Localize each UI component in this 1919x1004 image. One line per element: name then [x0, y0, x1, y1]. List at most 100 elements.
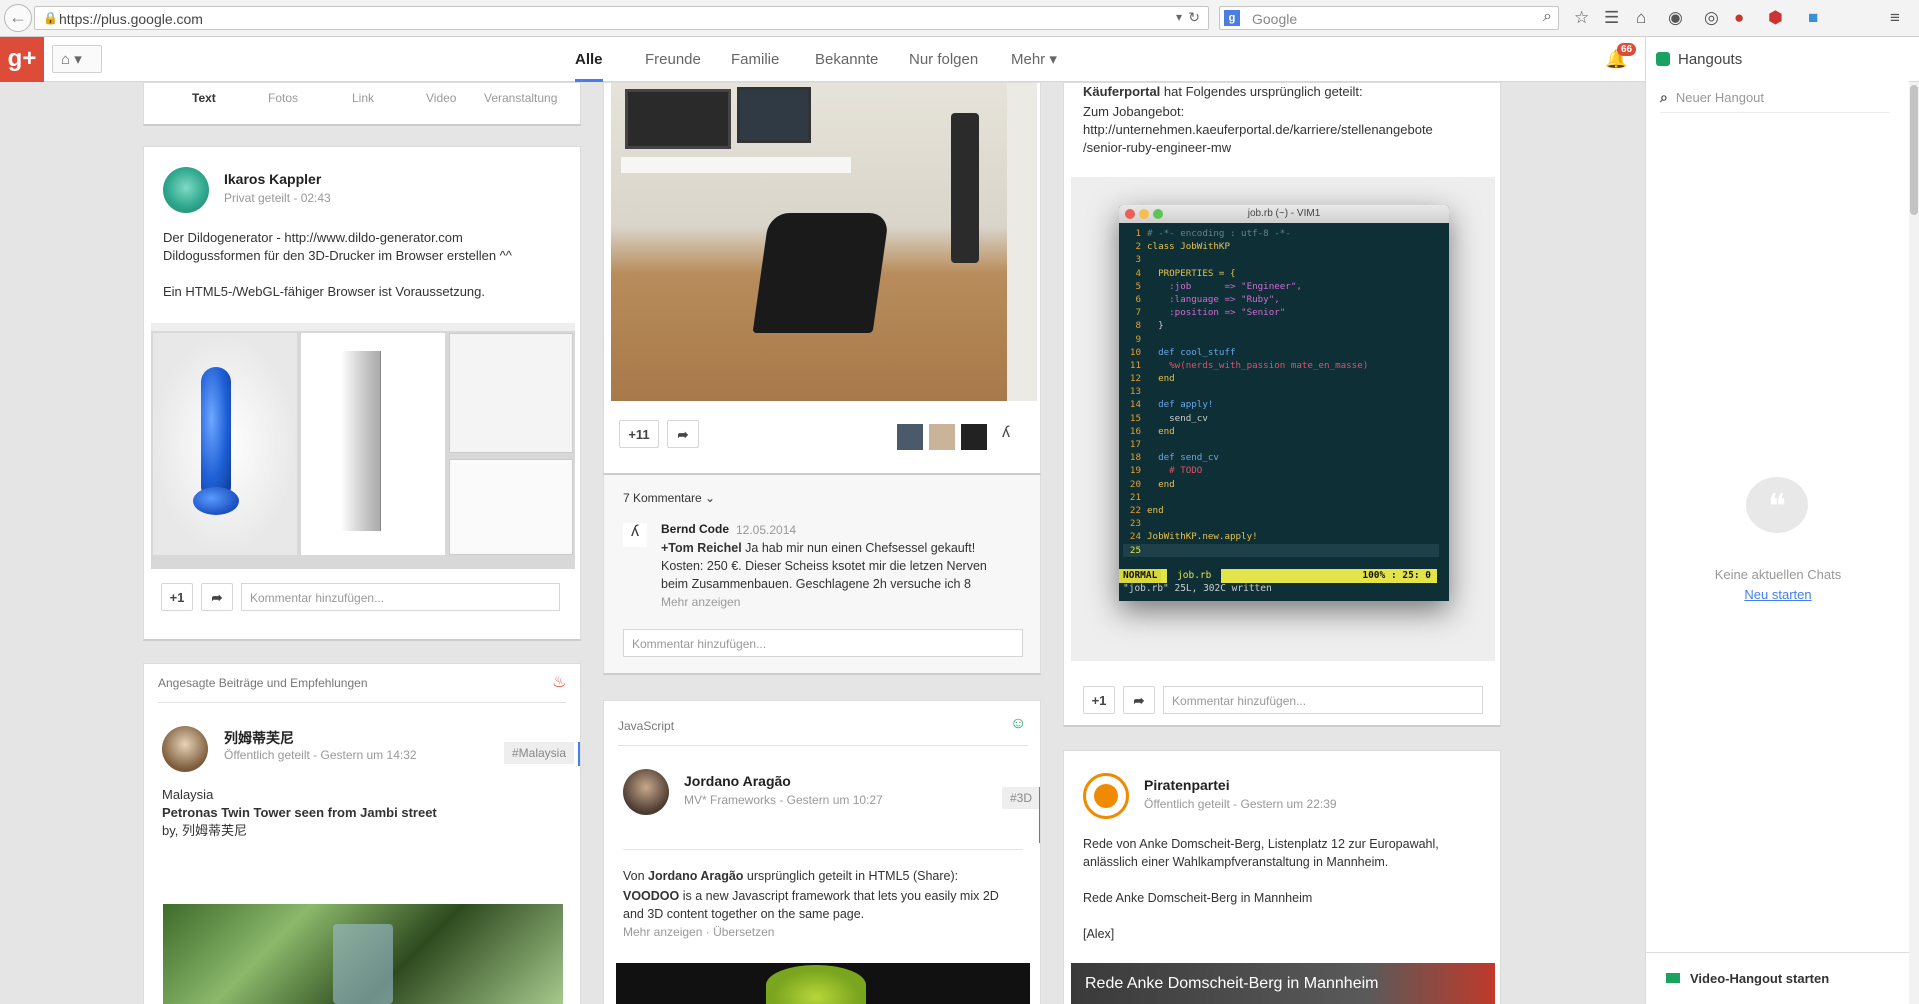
plus-one-button[interactable]: +1	[1083, 686, 1115, 714]
url-dropdown-icon[interactable]: ▾	[1176, 10, 1182, 24]
vim-line-text: end	[1147, 478, 1175, 490]
share-button[interactable]: ➦	[667, 420, 699, 448]
vim-code-line: 19 # TODO	[1123, 464, 1439, 477]
show-more-link[interactable]: Mehr anzeigen	[661, 593, 740, 611]
post-author[interactable]: Piratenpartei	[1144, 777, 1230, 793]
menu-icon[interactable]: ≡	[1890, 8, 1900, 28]
home-menu-button[interactable]: ⌂ ▾	[52, 45, 102, 73]
home-icon[interactable]: ⌂	[1636, 8, 1646, 28]
search-icon: ⌕	[1660, 89, 1668, 105]
comment-text: beim Zusammenbauen. Geschlagene 2h versu…	[661, 577, 971, 591]
comment-input[interactable]: Kommentar hinzufügen...	[623, 629, 1023, 657]
adblock-icon[interactable]: ●	[1734, 8, 1744, 28]
commenter-name[interactable]: Bernd Code	[661, 522, 729, 536]
post-image[interactable]	[616, 963, 1030, 1004]
post-image[interactable]: job.rb (~) - VIM1 1 # -*- encoding : utf-…	[1071, 177, 1495, 661]
community-name[interactable]: JavaScript	[618, 719, 674, 733]
avatar[interactable]	[961, 424, 987, 450]
hangouts-title[interactable]: Hangouts	[1656, 51, 1742, 68]
share-button[interactable]: ➦	[201, 583, 233, 611]
gplus-logo[interactable]: g+	[0, 37, 44, 82]
post-author[interactable]: Ikaros Kappler	[224, 171, 321, 187]
shared-by-author[interactable]: Käuferportal	[1083, 84, 1160, 99]
tab-alle[interactable]: Alle	[575, 37, 603, 82]
google-engine-icon[interactable]: g	[1224, 10, 1240, 26]
reload-icon[interactable]: ↻	[1188, 9, 1200, 26]
share-box: Text Fotos Link Video Veranstaltung	[143, 82, 581, 126]
composer-tab-link[interactable]: Link	[352, 91, 374, 105]
tab-freunde[interactable]: Freunde	[645, 37, 701, 82]
addon-icon[interactable]: ◉	[1668, 8, 1683, 28]
house-icon: ⌂	[61, 51, 71, 68]
tab-nur-folgen[interactable]: Nur folgen	[909, 37, 978, 82]
tab-bekannte[interactable]: Bekannte	[815, 37, 878, 82]
avatar[interactable]	[897, 424, 923, 450]
plus-one-button[interactable]: +1	[161, 583, 193, 611]
composer-tab-text[interactable]: Text	[192, 91, 216, 105]
extension-icon[interactable]: ■	[1808, 8, 1818, 28]
comment-input[interactable]: Kommentar hinzufügen...	[1163, 686, 1483, 714]
avatar[interactable]	[163, 167, 209, 213]
video-thumbnail[interactable]: Rede Anke Domscheit-Berg in Mannheim	[1071, 963, 1495, 1004]
community-icon: ☺	[1010, 715, 1027, 732]
post-meta[interactable]: MV* Frameworks - Gestern um 10:27	[684, 793, 883, 807]
comment-mention[interactable]: +Tom Reichel	[661, 541, 742, 555]
scrollbar-thumb[interactable]	[1910, 85, 1918, 215]
comment-input[interactable]: Kommentar hinzufügen...	[241, 583, 560, 611]
post-link[interactable]: /senior-ruby-engineer-mw	[1083, 139, 1231, 157]
post-author[interactable]: Jordano Aragão	[684, 773, 791, 789]
share-button[interactable]: ➦	[1123, 686, 1155, 714]
vim-code-line: 21	[1123, 491, 1439, 504]
page-scrollbar[interactable]	[1909, 82, 1919, 1004]
bookmarks-list-icon[interactable]: ☰	[1604, 8, 1619, 28]
tab-mehr[interactable]: Mehr ▾	[1011, 37, 1057, 82]
recommendations-card: Angesagte Beiträge und Empfehlungen ♨ 列姆…	[143, 663, 581, 1004]
vim-file: job.rb	[1167, 569, 1222, 583]
avatar[interactable]	[623, 769, 669, 815]
post-link[interactable]: http://unternehmen.kaeuferportal.de/karr…	[1083, 121, 1433, 139]
translate-link[interactable]: Übersetzen	[713, 925, 774, 939]
plus-one-button[interactable]: +11	[619, 420, 659, 448]
abp-icon[interactable]: ⬢	[1768, 8, 1783, 28]
tab-familie[interactable]: Familie	[731, 37, 779, 82]
post-text-line: [Alex]	[1083, 927, 1115, 941]
post-meta[interactable]: Öffentlich geteilt - Gestern um 22:39	[1144, 797, 1337, 811]
show-more-link[interactable]: Mehr anzeigen	[623, 925, 702, 939]
post-author[interactable]: 列姆蒂芙尼	[224, 728, 294, 748]
addon-2-icon[interactable]: ◎	[1704, 8, 1719, 28]
magnifier-icon[interactable]: ⌕	[1543, 8, 1552, 26]
back-icon[interactable]: ←	[4, 4, 32, 32]
post-image[interactable]	[163, 904, 563, 1004]
vim-line-text: }	[1147, 320, 1164, 332]
composer-tab-photos[interactable]: Fotos	[268, 91, 298, 105]
vim-code-line: 20 end	[1123, 478, 1439, 491]
pirate-logo-icon[interactable]	[1083, 773, 1129, 819]
post-image[interactable]	[611, 83, 1037, 401]
video-hangout-button[interactable]: Video-Hangout starten	[1646, 952, 1910, 1004]
share-arrow-icon: ➦	[677, 427, 689, 442]
comment-text: +Tom Reichel Ja hab mir nun einen Chefse…	[661, 539, 975, 557]
notifications-bell-icon[interactable]: 🔔 66	[1605, 43, 1637, 70]
vim-line-number: 7	[1135, 307, 1141, 319]
avatar[interactable]	[162, 726, 208, 772]
flame-icon: ♨	[552, 674, 567, 691]
hashtag-badge[interactable]: #Malaysia	[504, 742, 575, 764]
gplus-header: g+ ⌂ ▾ Alle Freunde Familie Bekannte Nur…	[0, 37, 1919, 82]
browser-search-bar[interactable]: g Google ⌕	[1219, 6, 1559, 30]
avatar[interactable]: ʎ	[623, 523, 647, 547]
start-new-link[interactable]: Neu starten	[1646, 587, 1910, 602]
address-bar[interactable]: 🔒 https://plus.google.com ▾ ↻	[34, 6, 1209, 30]
avatar[interactable]: ʎ	[993, 424, 1019, 450]
post-image[interactable]	[151, 323, 575, 569]
reshare-author[interactable]: Jordano Aragão	[648, 869, 743, 883]
composer-tab-video[interactable]: Video	[426, 91, 456, 105]
new-hangout-search[interactable]: ⌕ Neuer Hangout	[1660, 89, 1890, 113]
composer-tab-event[interactable]: Veranstaltung	[484, 91, 557, 105]
chevron-down-icon: ▾	[74, 51, 82, 68]
post-meta[interactable]: Privat geteilt - 02:43	[224, 191, 331, 205]
comments-toggle[interactable]: 7 Kommentare ⌄	[623, 489, 715, 507]
bookmark-star-icon[interactable]: ☆	[1574, 8, 1589, 28]
hashtag-badge[interactable]: #3D	[1002, 787, 1040, 809]
avatar[interactable]	[929, 424, 955, 450]
post-meta[interactable]: Öffentlich geteilt - Gestern um 14:32	[224, 748, 417, 762]
